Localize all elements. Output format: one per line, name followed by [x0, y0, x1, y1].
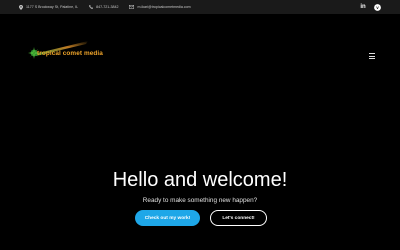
phone-icon	[89, 5, 93, 9]
hero-subtitle: Ready to make something new happen?	[142, 197, 258, 204]
address-info: 1177 S Brockway St, Palatine, IL	[19, 4, 79, 10]
address-text: 1177 S Brockway St, Palatine, IL	[26, 5, 79, 9]
social-links: in v	[359, 3, 381, 11]
lets-connect-button[interactable]: Let's connect!	[210, 210, 267, 226]
vimeo-icon[interactable]: v	[373, 3, 381, 11]
phone-info[interactable]: 847-721-3842	[89, 5, 118, 9]
linkedin-icon[interactable]: in	[359, 3, 367, 11]
hero-title: Hello and welcome!	[112, 169, 288, 191]
phone-text[interactable]: 847-721-3842	[96, 5, 118, 9]
email-text[interactable]: m.ikari@tropicalcometmedia.com	[137, 5, 190, 9]
check-out-work-button[interactable]: Check out my work!	[135, 210, 200, 226]
location-pin-icon	[19, 4, 23, 10]
hamburger-menu-icon[interactable]	[369, 53, 375, 59]
top-info-bar: 1177 S Brockway St, Palatine, IL 847-721…	[0, 0, 400, 14]
envelope-icon	[129, 5, 135, 9]
logo-wordmark[interactable]: tropical comet media	[37, 50, 103, 57]
email-info[interactable]: m.ikari@tropicalcometmedia.com	[129, 5, 191, 9]
